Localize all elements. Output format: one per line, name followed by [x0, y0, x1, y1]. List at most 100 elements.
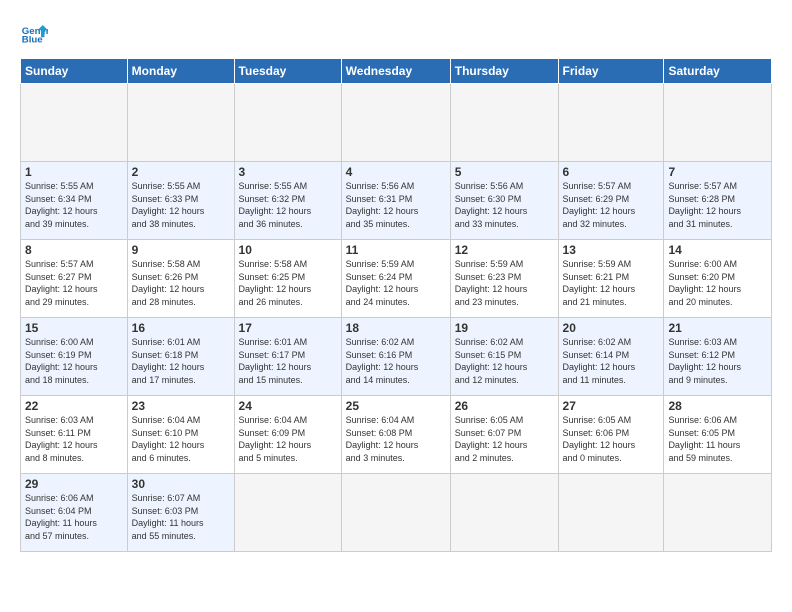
day-info: Sunrise: 6:00 AMSunset: 6:20 PMDaylight:…	[668, 258, 767, 308]
day-cell-26: 26Sunrise: 6:05 AMSunset: 6:07 PMDayligh…	[450, 396, 558, 474]
day-number: 12	[455, 243, 554, 257]
day-info: Sunrise: 6:02 AMSunset: 6:14 PMDaylight:…	[563, 336, 660, 386]
day-number: 8	[25, 243, 123, 257]
day-info: Sunrise: 5:58 AMSunset: 6:26 PMDaylight:…	[132, 258, 230, 308]
empty-cell	[558, 474, 664, 552]
day-info: Sunrise: 5:55 AMSunset: 6:33 PMDaylight:…	[132, 180, 230, 230]
day-info: Sunrise: 5:56 AMSunset: 6:31 PMDaylight:…	[346, 180, 446, 230]
day-number: 19	[455, 321, 554, 335]
day-cell-8: 8Sunrise: 5:57 AMSunset: 6:27 PMDaylight…	[21, 240, 128, 318]
day-info: Sunrise: 6:06 AMSunset: 6:05 PMDaylight:…	[668, 414, 767, 464]
day-number: 23	[132, 399, 230, 413]
day-number: 4	[346, 165, 446, 179]
empty-cell	[558, 84, 664, 162]
svg-text:Blue: Blue	[22, 35, 43, 46]
day-cell-30: 30Sunrise: 6:07 AMSunset: 6:03 PMDayligh…	[127, 474, 234, 552]
day-info: Sunrise: 6:03 AMSunset: 6:11 PMDaylight:…	[25, 414, 123, 464]
day-cell-5: 5Sunrise: 5:56 AMSunset: 6:30 PMDaylight…	[450, 162, 558, 240]
day-info: Sunrise: 6:01 AMSunset: 6:17 PMDaylight:…	[239, 336, 337, 386]
weekday-header-saturday: Saturday	[664, 59, 772, 84]
day-cell-21: 21Sunrise: 6:03 AMSunset: 6:12 PMDayligh…	[664, 318, 772, 396]
day-number: 18	[346, 321, 446, 335]
day-cell-23: 23Sunrise: 6:04 AMSunset: 6:10 PMDayligh…	[127, 396, 234, 474]
day-number: 10	[239, 243, 337, 257]
day-number: 28	[668, 399, 767, 413]
day-number: 22	[25, 399, 123, 413]
day-info: Sunrise: 6:02 AMSunset: 6:16 PMDaylight:…	[346, 336, 446, 386]
day-number: 2	[132, 165, 230, 179]
day-number: 15	[25, 321, 123, 335]
day-cell-2: 2Sunrise: 5:55 AMSunset: 6:33 PMDaylight…	[127, 162, 234, 240]
calendar-table: SundayMondayTuesdayWednesdayThursdayFrid…	[20, 58, 772, 552]
day-number: 1	[25, 165, 123, 179]
day-number: 14	[668, 243, 767, 257]
day-number: 24	[239, 399, 337, 413]
day-number: 6	[563, 165, 660, 179]
day-cell-16: 16Sunrise: 6:01 AMSunset: 6:18 PMDayligh…	[127, 318, 234, 396]
day-cell-7: 7Sunrise: 5:57 AMSunset: 6:28 PMDaylight…	[664, 162, 772, 240]
day-info: Sunrise: 6:03 AMSunset: 6:12 PMDaylight:…	[668, 336, 767, 386]
empty-cell	[341, 84, 450, 162]
day-number: 3	[239, 165, 337, 179]
day-info: Sunrise: 5:59 AMSunset: 6:21 PMDaylight:…	[563, 258, 660, 308]
day-number: 21	[668, 321, 767, 335]
weekday-header-wednesday: Wednesday	[341, 59, 450, 84]
logo-icon: General Blue	[20, 18, 48, 46]
day-cell-13: 13Sunrise: 5:59 AMSunset: 6:21 PMDayligh…	[558, 240, 664, 318]
day-info: Sunrise: 6:04 AMSunset: 6:10 PMDaylight:…	[132, 414, 230, 464]
day-info: Sunrise: 5:57 AMSunset: 6:27 PMDaylight:…	[25, 258, 123, 308]
weekday-header-thursday: Thursday	[450, 59, 558, 84]
day-info: Sunrise: 6:06 AMSunset: 6:04 PMDaylight:…	[25, 492, 123, 542]
day-cell-28: 28Sunrise: 6:06 AMSunset: 6:05 PMDayligh…	[664, 396, 772, 474]
day-cell-29: 29Sunrise: 6:06 AMSunset: 6:04 PMDayligh…	[21, 474, 128, 552]
day-cell-14: 14Sunrise: 6:00 AMSunset: 6:20 PMDayligh…	[664, 240, 772, 318]
day-number: 25	[346, 399, 446, 413]
day-cell-22: 22Sunrise: 6:03 AMSunset: 6:11 PMDayligh…	[21, 396, 128, 474]
day-number: 11	[346, 243, 446, 257]
day-cell-18: 18Sunrise: 6:02 AMSunset: 6:16 PMDayligh…	[341, 318, 450, 396]
day-info: Sunrise: 5:59 AMSunset: 6:24 PMDaylight:…	[346, 258, 446, 308]
day-info: Sunrise: 6:05 AMSunset: 6:06 PMDaylight:…	[563, 414, 660, 464]
day-number: 29	[25, 477, 123, 491]
day-info: Sunrise: 5:57 AMSunset: 6:29 PMDaylight:…	[563, 180, 660, 230]
empty-cell	[234, 474, 341, 552]
day-cell-19: 19Sunrise: 6:02 AMSunset: 6:15 PMDayligh…	[450, 318, 558, 396]
empty-cell	[450, 474, 558, 552]
day-number: 17	[239, 321, 337, 335]
day-cell-1: 1Sunrise: 5:55 AMSunset: 6:34 PMDaylight…	[21, 162, 128, 240]
day-cell-6: 6Sunrise: 5:57 AMSunset: 6:29 PMDaylight…	[558, 162, 664, 240]
day-cell-24: 24Sunrise: 6:04 AMSunset: 6:09 PMDayligh…	[234, 396, 341, 474]
weekday-header-sunday: Sunday	[21, 59, 128, 84]
day-number: 30	[132, 477, 230, 491]
day-info: Sunrise: 6:01 AMSunset: 6:18 PMDaylight:…	[132, 336, 230, 386]
day-cell-25: 25Sunrise: 6:04 AMSunset: 6:08 PMDayligh…	[341, 396, 450, 474]
day-number: 5	[455, 165, 554, 179]
day-cell-3: 3Sunrise: 5:55 AMSunset: 6:32 PMDaylight…	[234, 162, 341, 240]
day-cell-9: 9Sunrise: 5:58 AMSunset: 6:26 PMDaylight…	[127, 240, 234, 318]
day-cell-20: 20Sunrise: 6:02 AMSunset: 6:14 PMDayligh…	[558, 318, 664, 396]
day-cell-27: 27Sunrise: 6:05 AMSunset: 6:06 PMDayligh…	[558, 396, 664, 474]
weekday-header-tuesday: Tuesday	[234, 59, 341, 84]
day-info: Sunrise: 5:58 AMSunset: 6:25 PMDaylight:…	[239, 258, 337, 308]
day-info: Sunrise: 6:04 AMSunset: 6:09 PMDaylight:…	[239, 414, 337, 464]
day-number: 16	[132, 321, 230, 335]
empty-cell	[450, 84, 558, 162]
day-number: 26	[455, 399, 554, 413]
day-cell-11: 11Sunrise: 5:59 AMSunset: 6:24 PMDayligh…	[341, 240, 450, 318]
empty-cell	[664, 474, 772, 552]
day-info: Sunrise: 5:55 AMSunset: 6:34 PMDaylight:…	[25, 180, 123, 230]
day-info: Sunrise: 6:05 AMSunset: 6:07 PMDaylight:…	[455, 414, 554, 464]
day-cell-4: 4Sunrise: 5:56 AMSunset: 6:31 PMDaylight…	[341, 162, 450, 240]
logo: General Blue	[20, 18, 48, 46]
empty-cell	[664, 84, 772, 162]
day-info: Sunrise: 5:59 AMSunset: 6:23 PMDaylight:…	[455, 258, 554, 308]
day-info: Sunrise: 5:56 AMSunset: 6:30 PMDaylight:…	[455, 180, 554, 230]
day-cell-10: 10Sunrise: 5:58 AMSunset: 6:25 PMDayligh…	[234, 240, 341, 318]
day-number: 9	[132, 243, 230, 257]
day-number: 13	[563, 243, 660, 257]
day-cell-17: 17Sunrise: 6:01 AMSunset: 6:17 PMDayligh…	[234, 318, 341, 396]
day-info: Sunrise: 5:57 AMSunset: 6:28 PMDaylight:…	[668, 180, 767, 230]
day-cell-12: 12Sunrise: 5:59 AMSunset: 6:23 PMDayligh…	[450, 240, 558, 318]
empty-cell	[234, 84, 341, 162]
empty-cell	[127, 84, 234, 162]
